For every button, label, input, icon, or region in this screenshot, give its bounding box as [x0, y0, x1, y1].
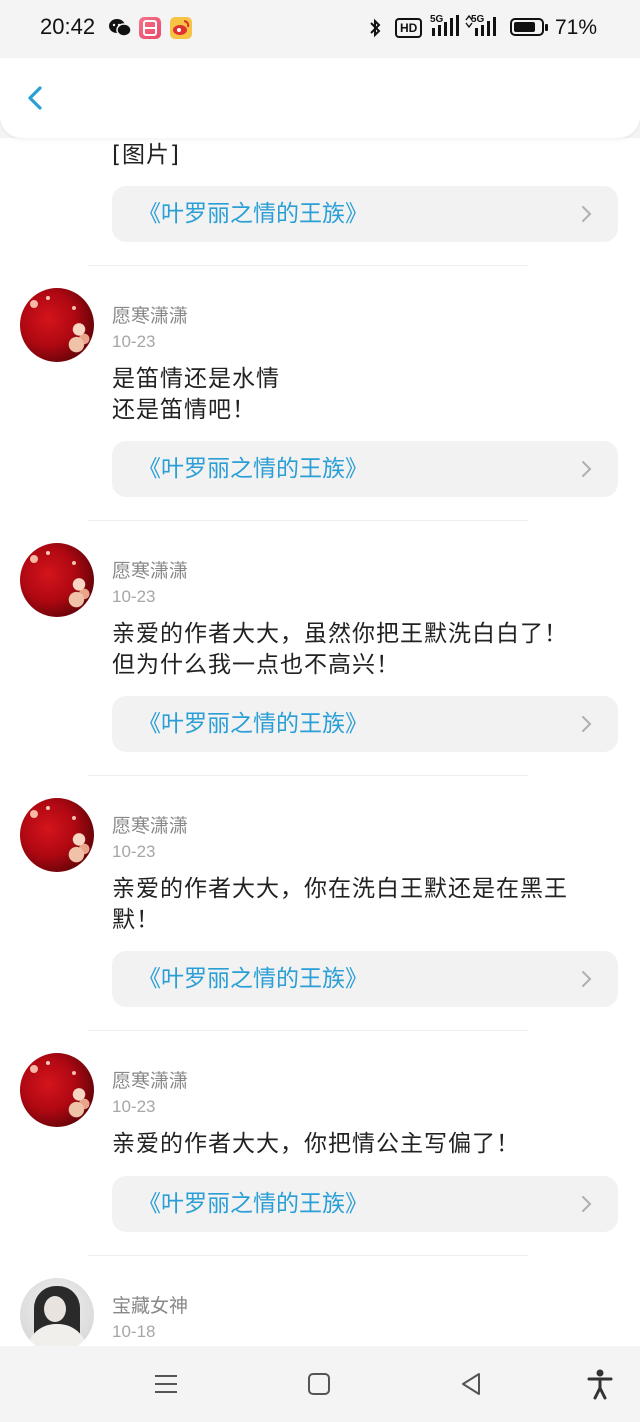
back-triangle-icon	[462, 1373, 480, 1395]
username[interactable]: 愿寒潇潇	[112, 1066, 188, 1093]
book-link-title: 《叶罗丽之情的王族》	[138, 711, 368, 737]
comment-date: 10-23	[112, 1097, 156, 1116]
comment-date: 10-23	[112, 332, 156, 351]
back-nav-button[interactable]	[453, 1366, 489, 1402]
hd-icon: HD	[395, 18, 423, 38]
book-link-title: 《叶罗丽之情的王族》	[138, 201, 368, 227]
comment-list[interactable]: [图片] 《叶罗丽之情的王族》 愿寒潇潇 10-23 是笛情还是水情 还是笛情吧…	[0, 138, 640, 1346]
status-bar: 20:42 HD 5G 5G 71%	[0, 0, 640, 58]
comment-date: 10-18	[112, 1322, 156, 1341]
comment-text: 是笛情还是水情 还是笛情吧！	[112, 366, 280, 423]
comment-date: 10-23	[112, 587, 156, 606]
bluetooth-icon	[368, 17, 382, 44]
avatar[interactable]	[20, 1278, 94, 1346]
battery-percent: 71%	[555, 16, 598, 39]
chevron-right-icon	[582, 716, 592, 732]
app-icon	[139, 17, 161, 39]
avatar[interactable]	[20, 288, 94, 362]
accessibility-button[interactable]	[582, 1366, 618, 1402]
system-nav-bar	[0, 1346, 640, 1422]
book-link[interactable]: 《叶罗丽之情的王族》	[112, 696, 618, 752]
comment-text: 亲爱的作者大大，你把情公主写偏了！	[112, 1131, 520, 1157]
avatar[interactable]	[20, 543, 94, 617]
chevron-right-icon	[582, 1196, 592, 1212]
comment-text: 亲爱的作者大大，虽然你把王默洗白白了！ 但为什么我一点也不高兴！	[112, 621, 568, 678]
book-link[interactable]: 《叶罗丽之情的王族》	[112, 951, 618, 1007]
book-link[interactable]: 《叶罗丽之情的王族》	[112, 186, 618, 242]
book-link[interactable]: 《叶罗丽之情的王族》	[112, 441, 618, 497]
accessibility-icon	[587, 1369, 613, 1400]
book-link-title: 《叶罗丽之情的王族》	[138, 1191, 368, 1217]
menu-button[interactable]	[148, 1366, 184, 1402]
wechat-icon	[108, 17, 132, 39]
avatar[interactable]	[20, 1053, 94, 1127]
home-button[interactable]	[301, 1366, 337, 1402]
username[interactable]: 愿寒潇潇	[112, 811, 188, 838]
divider	[88, 1255, 528, 1256]
chevron-right-icon	[582, 461, 592, 477]
chevron-right-icon	[582, 971, 592, 987]
comment-date: 10-23	[112, 842, 156, 861]
weibo-icon	[170, 17, 192, 39]
username[interactable]: 愿寒潇潇	[112, 556, 188, 583]
comment-text: 亲爱的作者大大，你在洗白王默还是在黑王 默！	[112, 876, 568, 933]
book-link-title: 《叶罗丽之情的王族》	[138, 456, 368, 482]
chevron-left-icon	[28, 86, 42, 110]
divider	[88, 775, 528, 776]
book-link[interactable]: 《叶罗丽之情的王族》	[112, 1176, 618, 1232]
status-time: 20:42	[40, 14, 96, 39]
book-link-title: 《叶罗丽之情的王族》	[138, 966, 368, 992]
avatar[interactable]	[20, 798, 94, 872]
menu-icon	[155, 1375, 177, 1393]
home-square-icon	[308, 1373, 330, 1395]
username[interactable]: 愿寒潇潇	[112, 301, 188, 328]
chevron-right-icon	[582, 206, 592, 222]
divider	[88, 1030, 528, 1031]
username[interactable]: 宝藏女神	[112, 1291, 188, 1318]
top-header	[0, 58, 640, 138]
battery-icon	[510, 18, 548, 36]
back-button[interactable]	[16, 78, 56, 118]
divider	[88, 265, 528, 266]
divider	[88, 520, 528, 521]
comment-text: [图片]	[112, 142, 180, 168]
